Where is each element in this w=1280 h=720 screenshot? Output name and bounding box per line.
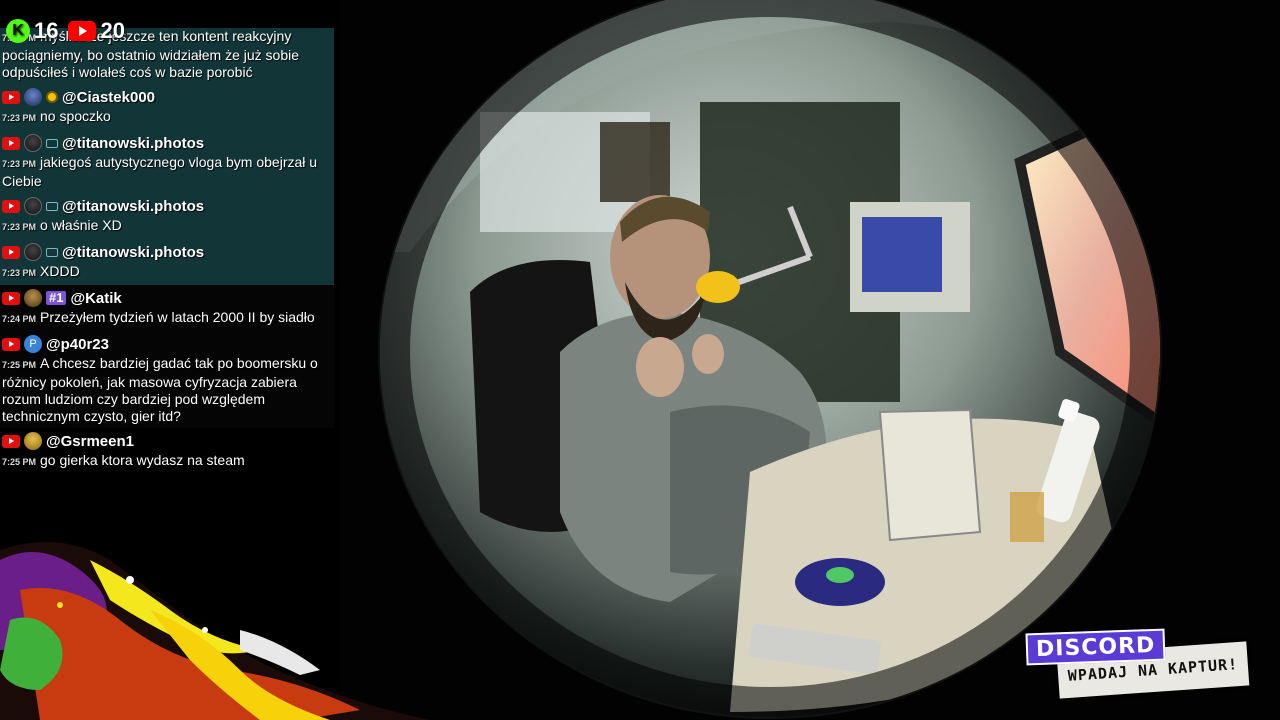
- chat-message-header: @titanowski.photos: [2, 195, 330, 217]
- avatar: [24, 88, 42, 106]
- chat-message: @titanowski.photos 7:23 PM o właśnie XD: [0, 193, 334, 239]
- chat-message-text: go gierka ktora wydasz na steam: [40, 452, 245, 468]
- kick-viewer-count: K 16: [6, 18, 58, 44]
- avatar: [24, 289, 42, 307]
- youtube-count-value: 20: [100, 18, 125, 43]
- chat-username: @p40r23: [46, 335, 109, 353]
- chat-username: @titanowski.photos: [62, 134, 205, 152]
- chat-message-body: 7:23 PM jakiegoś autystycznego vloga bym …: [2, 154, 330, 190]
- chat-message: #1 @Katik 7:24 PM Przeżyłem tydzień w lat…: [0, 285, 334, 331]
- membership-badge-icon: [46, 247, 58, 257]
- chat-overlay: 7:23 PMmyślisz że jeszcze ten kontent re…: [0, 28, 334, 474]
- youtube-icon: [2, 291, 20, 305]
- youtube-viewer-count: 20: [68, 18, 125, 44]
- viewer-counters: K 16 20: [6, 18, 125, 44]
- chat-message-text: o właśnie XD: [40, 217, 122, 233]
- avatar: P: [24, 335, 42, 353]
- chat-message-header: @titanowski.photos: [2, 241, 330, 263]
- chat-timestamp: 7:23 PM: [2, 268, 37, 278]
- youtube-icon: [2, 245, 20, 259]
- chat-message: @titanowski.photos 7:23 PM XDDD: [0, 239, 334, 285]
- avatar: [24, 243, 42, 261]
- chat-timestamp: 7:25 PM: [2, 457, 37, 467]
- avatar: [24, 134, 42, 152]
- youtube-icon: [2, 199, 20, 213]
- member-badge-icon: [46, 91, 58, 103]
- chat-timestamp: 7:25 PM: [2, 360, 37, 370]
- avatar: [24, 432, 42, 450]
- chat-timestamp: 7:23 PM: [2, 222, 37, 232]
- crown-badge-icon: #1: [46, 291, 67, 305]
- chat-message-header: #1 @Katik: [2, 287, 330, 309]
- chat-message-header: @titanowski.photos: [2, 132, 330, 154]
- chat-message-text: XDDD: [40, 263, 80, 279]
- avatar: [24, 197, 42, 215]
- chat-username: @Katik: [70, 289, 122, 307]
- chat-username: @titanowski.photos: [62, 197, 205, 215]
- chat-message-header: @Ciastek000: [2, 86, 330, 108]
- chat-message: @titanowski.photos 7:23 PM jakiegoś autys…: [0, 130, 334, 193]
- webcam-scene: [370, 0, 1170, 720]
- chat-message-text: no spoczko: [40, 108, 111, 124]
- youtube-icon: [2, 337, 20, 351]
- chat-username: @titanowski.photos: [62, 243, 205, 261]
- youtube-icon: [2, 90, 20, 104]
- chat-message: P @p40r23 7:25 PM A chcesz bardziej gadać…: [0, 331, 334, 428]
- membership-badge-icon: [46, 201, 58, 211]
- chat-username: @Gsrmeen1: [46, 432, 135, 450]
- chat-message: @Gsrmeen1 7:25 PM go gierka ktora wydasz …: [0, 428, 334, 474]
- chat-message-body: 7:24 PM Przeżyłem tydzień w latach 2000 I…: [2, 309, 330, 328]
- chat-message-body: 7:23 PM XDDD: [2, 263, 330, 282]
- kick-count-value: 16: [34, 18, 59, 43]
- kick-icon: K: [6, 19, 30, 43]
- chat-timestamp: 7:23 PM: [2, 159, 37, 169]
- chat-timestamp: 7:23 PM: [2, 113, 37, 123]
- chat-message-header: P @p40r23: [2, 333, 330, 355]
- chat-timestamp: 7:24 PM: [2, 314, 37, 324]
- membership-badge-icon: [46, 138, 58, 148]
- chat-message-body: 7:25 PM A chcesz bardziej gadać tak po bo…: [2, 355, 330, 425]
- chat-message-text: jakiegoś autystycznego vloga bym obejrza…: [2, 154, 318, 189]
- youtube-icon: [68, 21, 97, 41]
- discord-tag: DISCORD: [1025, 628, 1166, 666]
- youtube-icon: [2, 136, 20, 150]
- chat-message-text: Przeżyłem tydzień w latach 2000 II by si…: [40, 309, 315, 325]
- webcam-feed: [340, 0, 1280, 720]
- chat-message-header: @Gsrmeen1: [2, 430, 330, 452]
- chat-message-text: A chcesz bardziej gadać tak po boomersku…: [2, 355, 318, 424]
- chat-message-body: 7:25 PM go gierka ktora wydasz na steam: [2, 452, 330, 471]
- chat-message: @Ciastek000 7:23 PM no spoczko: [0, 84, 334, 130]
- chat-username: @Ciastek000: [62, 88, 156, 106]
- youtube-icon: [2, 434, 20, 448]
- chat-message-body: 7:23 PM no spoczko: [2, 108, 330, 127]
- decorative-splash-art: [0, 520, 430, 720]
- chat-message-body: 7:23 PM o właśnie XD: [2, 217, 330, 236]
